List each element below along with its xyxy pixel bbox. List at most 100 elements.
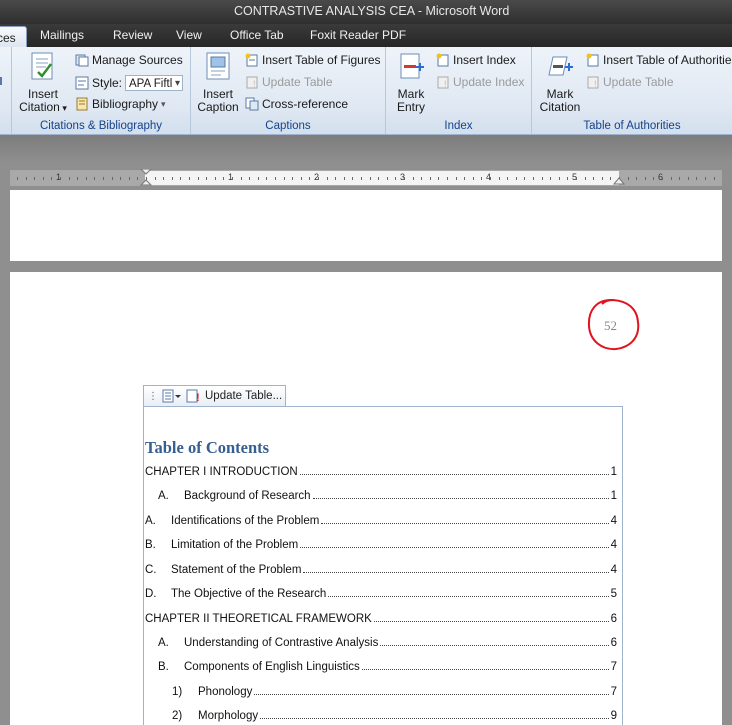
- insert-citation-button[interactable]: Insert Citation ▾: [16, 51, 70, 115]
- svg-text:!: !: [196, 392, 200, 403]
- insert-caption-button[interactable]: Insert Caption: [195, 51, 241, 114]
- toc-entry-prefix: A.: [158, 637, 169, 649]
- captions-group-label: Captions: [265, 120, 311, 132]
- tab-view[interactable]: View: [176, 28, 202, 42]
- red-circle-annotation: [587, 298, 640, 351]
- toc-entry[interactable]: C. Statement of the Problem 4: [145, 560, 617, 576]
- toc-entry-prefix: 1): [172, 686, 183, 698]
- insert-table-of-figures-button[interactable]: Insert Table of Figures: [245, 53, 381, 67]
- toc-entry-label: Statement of the Problem: [171, 564, 302, 576]
- ruler-tick: [601, 177, 603, 180]
- toc-entry[interactable]: 1) Phonology 7: [145, 682, 617, 698]
- update-table-icon: !: [186, 389, 200, 403]
- tab-review[interactable]: Review: [113, 28, 152, 42]
- ruler-tick: [567, 177, 569, 180]
- toc-entry[interactable]: CHAPTER II THEORETICAL FRAMEWORK 6: [145, 609, 617, 625]
- ruler-tick: [515, 177, 517, 180]
- style-selector[interactable]: Style: APA Fiftl: [75, 75, 184, 92]
- ruler-tick: [369, 177, 371, 180]
- mark-citation-button[interactable]: Mark Citation: [534, 51, 586, 114]
- toc-entry[interactable]: D. The Objective of the Research 5: [145, 584, 617, 600]
- ruler-tick: [111, 177, 113, 180]
- cross-reference-button[interactable]: Cross-reference: [245, 97, 348, 111]
- toc-entry-label: Identifications of the Problem: [171, 515, 320, 527]
- ruler-tick: [103, 177, 104, 180]
- ruler-tick: [541, 177, 543, 180]
- ruler-tick: [412, 177, 414, 180]
- insert-index-button[interactable]: Insert Index: [436, 53, 516, 67]
- toc-entry[interactable]: A. Background of Research 1: [145, 486, 617, 502]
- ruler-tick: [94, 177, 96, 180]
- ruler-tick: [283, 177, 285, 180]
- window-title: CONTRASTIVE ANALYSIS CEA - Microsoft Wor…: [234, 4, 510, 18]
- ruler-tick: [378, 177, 380, 180]
- toc-leader-dots: [260, 718, 609, 719]
- chevron-down-icon: ▾: [161, 98, 166, 109]
- update-index-button[interactable]: ! Update Index: [436, 75, 524, 89]
- update-toa-label: Update Table: [603, 75, 674, 89]
- insert-table-of-authorities-button[interactable]: Insert Table of Authoritie: [586, 53, 732, 67]
- svg-text:!: !: [444, 79, 447, 89]
- ruler-tick: [300, 177, 302, 180]
- ruler-tick: [429, 177, 431, 180]
- insert-caption-icon: [206, 52, 230, 80]
- ruler-tick: [713, 177, 715, 180]
- mark-entry-button[interactable]: Mark Entry: [390, 51, 432, 114]
- horizontal-ruler[interactable]: 1 1 2 3 4 5 6: [10, 169, 722, 187]
- toc-entry[interactable]: B. Limitation of the Problem 4: [145, 535, 617, 551]
- toc-entry-label: The Objective of the Research: [171, 588, 327, 600]
- ruler-tick: [481, 177, 483, 180]
- mark-entry-icon: [400, 53, 424, 79]
- toc-entry[interactable]: B. Components of English Linguistics 7: [145, 657, 617, 673]
- toc-title: Table of Contents: [145, 438, 270, 457]
- tab-references[interactable]: ces: [0, 26, 27, 48]
- toc-entry[interactable]: A. Identifications of the Problem 4: [145, 511, 617, 527]
- toc-entry-page: 1: [610, 466, 617, 478]
- toc-menu-icon[interactable]: [162, 389, 182, 403]
- ruler-tick: [395, 177, 397, 180]
- mark-citation-label-2: Citation: [539, 100, 581, 114]
- update-table-figures-button[interactable]: ! Update Table: [245, 75, 333, 89]
- ruler-tick: [636, 177, 638, 180]
- toc-entry[interactable]: 2) Morphology 9: [145, 706, 617, 722]
- toc-leader-dots: [380, 645, 609, 646]
- ruler-tick: [447, 177, 448, 180]
- ruler-tick: [68, 177, 70, 180]
- indent-marker-icon[interactable]: [139, 169, 153, 187]
- right-indent-marker-icon[interactable]: [613, 175, 625, 185]
- toc-entry-page: 9: [610, 710, 617, 722]
- update-index-icon: !: [437, 76, 449, 89]
- toc-entry-page: 7: [610, 661, 617, 673]
- ruler-tick: [533, 177, 534, 180]
- toc-entry-prefix: A.: [145, 515, 156, 527]
- tab-office-tab[interactable]: Office Tab: [230, 28, 284, 42]
- insert-toa-icon: [586, 53, 599, 67]
- toc-entry[interactable]: A. Understanding of Contrastive Analysis 6: [145, 633, 617, 649]
- ruler-tick: [257, 177, 259, 180]
- ruler-tick: [352, 177, 354, 180]
- tab-mailings[interactable]: Mailings: [40, 28, 84, 42]
- manage-sources-button[interactable]: Manage Sources: [75, 53, 183, 67]
- style-label: Style:: [92, 76, 123, 90]
- toc-entry[interactable]: CHAPTER I INTRODUCTION 1: [145, 462, 617, 478]
- toc-leader-dots: [373, 621, 609, 622]
- update-toa-button[interactable]: ! Update Table: [586, 75, 674, 89]
- ruler-tick: [275, 177, 276, 180]
- toc-entry-prefix: C.: [145, 564, 157, 576]
- mark-entry-label-2: Entry: [396, 100, 425, 114]
- bibliography-label: Bibliography: [92, 97, 159, 111]
- right-edge: [722, 163, 732, 725]
- ruler-tick: [214, 177, 216, 180]
- tab-foxit-reader-pdf[interactable]: Foxit Reader PDF: [310, 28, 406, 42]
- mark-citation-icon: [548, 56, 573, 76]
- bibliography-button[interactable]: Bibliography ▾: [75, 97, 166, 111]
- citations-group-label: Citations & Bibliography: [39, 120, 163, 132]
- toc-control-tab[interactable]: ⋮ ! Update Table...: [143, 385, 286, 406]
- ruler-tick: [593, 177, 595, 180]
- style-dropdown[interactable]: APA Fiftl: [125, 75, 184, 92]
- update-table-button[interactable]: ! Update Table...: [186, 389, 282, 403]
- group-table-of-authorities: Mark Citation Insert Table of Authoritie…: [532, 47, 732, 134]
- ruler-tick: [705, 177, 706, 180]
- ruler-tick: [206, 177, 208, 180]
- drag-handle-icon[interactable]: ⋮: [148, 391, 158, 402]
